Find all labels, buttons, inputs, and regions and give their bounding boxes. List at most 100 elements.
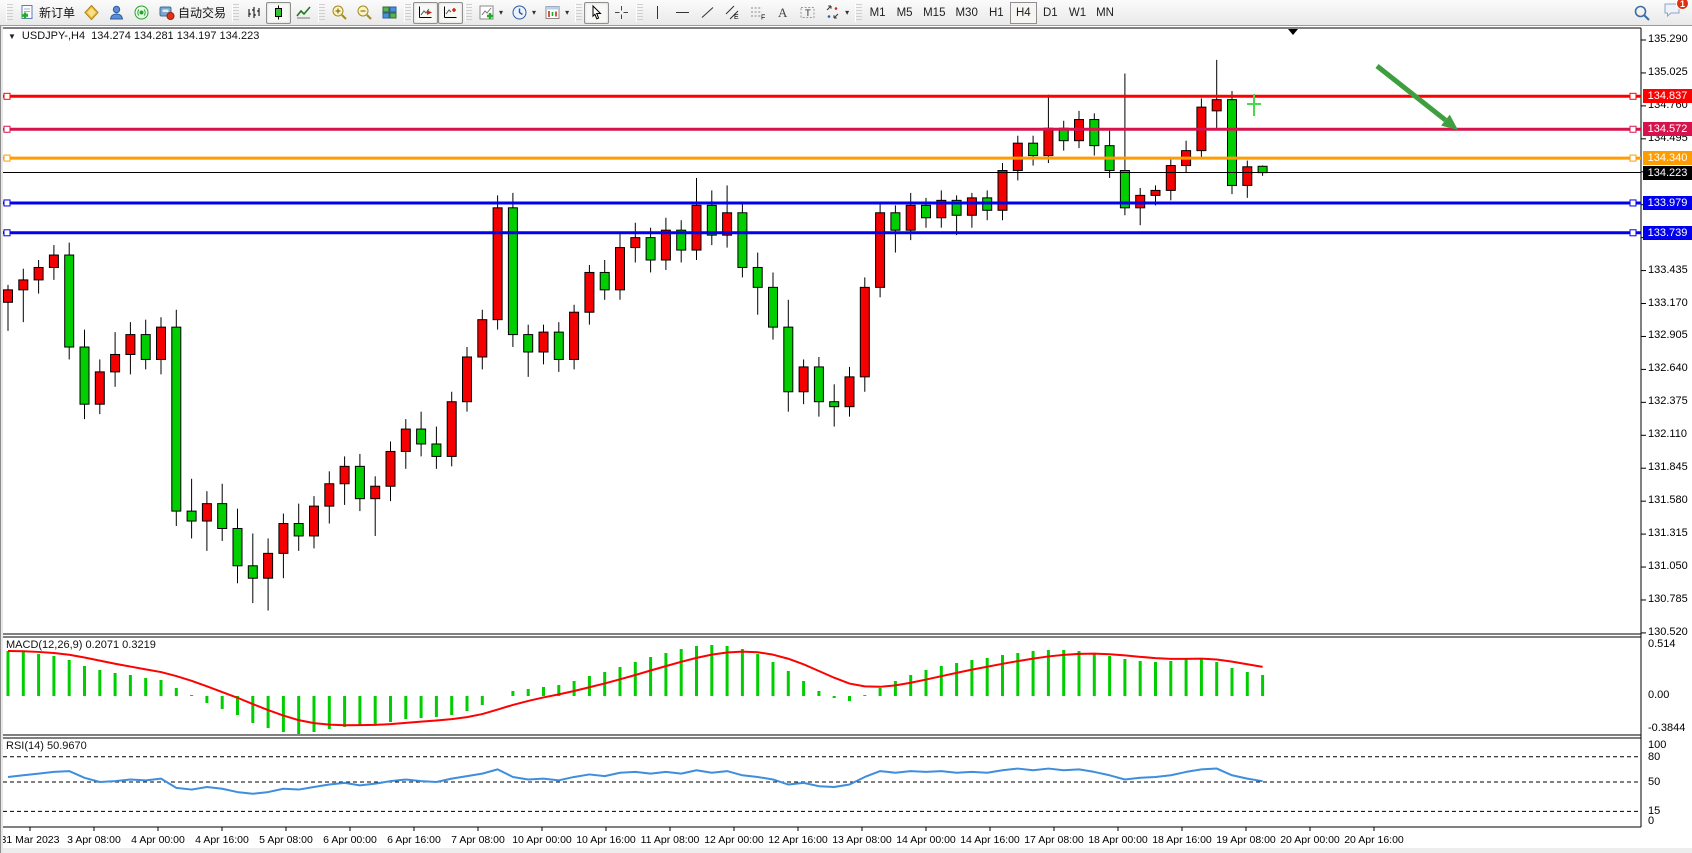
- chart-title: ▼ USDJPY-,H4 134.274 134.281 134.197 134…: [8, 30, 259, 42]
- text-label-button[interactable]: T: [795, 2, 820, 24]
- price-tick-label: 130.520: [1648, 626, 1692, 638]
- candle-body: [1212, 100, 1221, 111]
- vertical-line-button[interactable]: [645, 2, 670, 24]
- candle-body: [310, 506, 319, 536]
- rsi-line: [8, 769, 1263, 794]
- line-handle[interactable]: [1630, 155, 1636, 161]
- fibonacci-button[interactable]: F: [745, 2, 770, 24]
- date-tick-label: 19 Apr 08:00: [1216, 834, 1276, 846]
- autotrade-icon: [158, 4, 175, 21]
- timeframe-w1-button[interactable]: W1: [1064, 2, 1091, 24]
- candle-body: [4, 290, 13, 302]
- candle-body: [784, 327, 793, 392]
- symbol-period: USDJPY-,H4: [22, 30, 85, 42]
- toolbar-grip[interactable]: [232, 4, 239, 22]
- timeframe-h4-button[interactable]: H4: [1010, 2, 1037, 24]
- toolbar-grip[interactable]: [404, 4, 411, 22]
- chart-shift-button[interactable]: [438, 2, 463, 24]
- zoom-out-button[interactable]: [352, 2, 377, 24]
- templates-button[interactable]: ▾: [540, 2, 573, 24]
- toolbar-grip[interactable]: [636, 4, 643, 22]
- chart-window-button[interactable]: [79, 2, 104, 24]
- chart-candles-button[interactable]: [266, 2, 291, 24]
- rsi-scale-label: 50: [1648, 776, 1692, 788]
- line-handle[interactable]: [1630, 230, 1636, 236]
- chart-plot[interactable]: [0, 26, 1692, 853]
- window-edge: [0, 848, 1692, 853]
- line-handle[interactable]: [1630, 200, 1636, 206]
- crosshair-button[interactable]: [609, 2, 634, 24]
- line-handle[interactable]: [1630, 126, 1636, 132]
- date-tick-label: 12 Apr 16:00: [768, 834, 828, 846]
- zoom-in-button[interactable]: [327, 2, 352, 24]
- candle-body: [493, 208, 502, 320]
- bar-chart-icon: [245, 4, 262, 21]
- line-handle[interactable]: [4, 126, 10, 132]
- level-price-tag: 133.739: [1643, 226, 1692, 240]
- timeframe-m5-button[interactable]: M5: [891, 2, 918, 24]
- cursor-button[interactable]: [584, 2, 609, 24]
- tile-windows-button[interactable]: [377, 2, 402, 24]
- timeframe-m1-button[interactable]: M1: [864, 2, 891, 24]
- line-handle[interactable]: [4, 93, 10, 99]
- autotrade-button[interactable]: 自动交易: [154, 2, 230, 24]
- price-tick-label: 135.290: [1648, 33, 1692, 45]
- candle-body: [80, 347, 89, 404]
- profile-button[interactable]: [104, 2, 129, 24]
- text-label-icon: T: [799, 4, 816, 21]
- candle-body: [401, 429, 410, 451]
- notifications-button[interactable]: 1: [1663, 1, 1682, 24]
- toolbar-grip[interactable]: [575, 4, 582, 22]
- date-tick-label: 4 Apr 16:00: [195, 834, 249, 846]
- level-price-tag: 133.979: [1643, 196, 1692, 210]
- timeframe-m15-button[interactable]: M15: [918, 2, 950, 24]
- toolbar-grip[interactable]: [6, 4, 13, 22]
- toolbar-grip[interactable]: [855, 4, 862, 22]
- macd-indicator-label: MACD(12,26,9) 0.2071 0.3219: [6, 639, 156, 651]
- text-button[interactable]: A: [770, 2, 795, 24]
- collapse-icon[interactable]: ▼: [8, 32, 16, 41]
- timeframe-h1-button[interactable]: H1: [983, 2, 1010, 24]
- arrows-button[interactable]: ▾: [820, 2, 853, 24]
- candle-body: [202, 504, 211, 521]
- candle-body: [876, 213, 885, 288]
- candle-body: [830, 402, 839, 407]
- new-order-button[interactable]: 新订单: [15, 2, 79, 24]
- candle-body: [34, 267, 43, 279]
- horizontal-line-button[interactable]: [670, 2, 695, 24]
- candle-body: [585, 272, 594, 312]
- toolbar-grip[interactable]: [318, 4, 325, 22]
- candle-body: [386, 451, 395, 486]
- line-handle[interactable]: [4, 230, 10, 236]
- trendline-button[interactable]: [695, 2, 720, 24]
- date-tick-label: 20 Apr 00:00: [1280, 834, 1340, 846]
- chart-bars-button[interactable]: [241, 2, 266, 24]
- timeframe-mn-button[interactable]: MN: [1091, 2, 1119, 24]
- svg-text:F: F: [761, 15, 765, 22]
- candle-body: [1044, 128, 1053, 155]
- search-button[interactable]: [1629, 2, 1655, 24]
- channel-button[interactable]: E: [720, 2, 745, 24]
- chevron-down-icon: ▾: [565, 8, 569, 17]
- signal-button[interactable]: [129, 2, 154, 24]
- price-tick-label: 131.050: [1648, 560, 1692, 572]
- line-handle[interactable]: [4, 155, 10, 161]
- timeframe-d1-button[interactable]: D1: [1037, 2, 1064, 24]
- chevron-down-icon: ▾: [499, 8, 503, 17]
- autoscroll-button[interactable]: [413, 2, 438, 24]
- candle-body: [539, 332, 548, 352]
- timeframe-m30-button[interactable]: M30: [950, 2, 982, 24]
- annotation-arrow[interactable]: [1377, 66, 1445, 120]
- candle-body: [49, 255, 58, 267]
- candle-body: [891, 213, 900, 230]
- date-tick-label: 3 Apr 08:00: [67, 834, 121, 846]
- line-handle[interactable]: [4, 200, 10, 206]
- periods-button[interactable]: ▾: [507, 2, 540, 24]
- toolbar-grip[interactable]: [465, 4, 472, 22]
- line-handle[interactable]: [1630, 93, 1636, 99]
- indicators-button[interactable]: ▾: [474, 2, 507, 24]
- candle-body: [294, 524, 303, 536]
- candle-body: [218, 504, 227, 529]
- chart-line-button[interactable]: [291, 2, 316, 24]
- chart-shift-marker[interactable]: [1288, 29, 1298, 35]
